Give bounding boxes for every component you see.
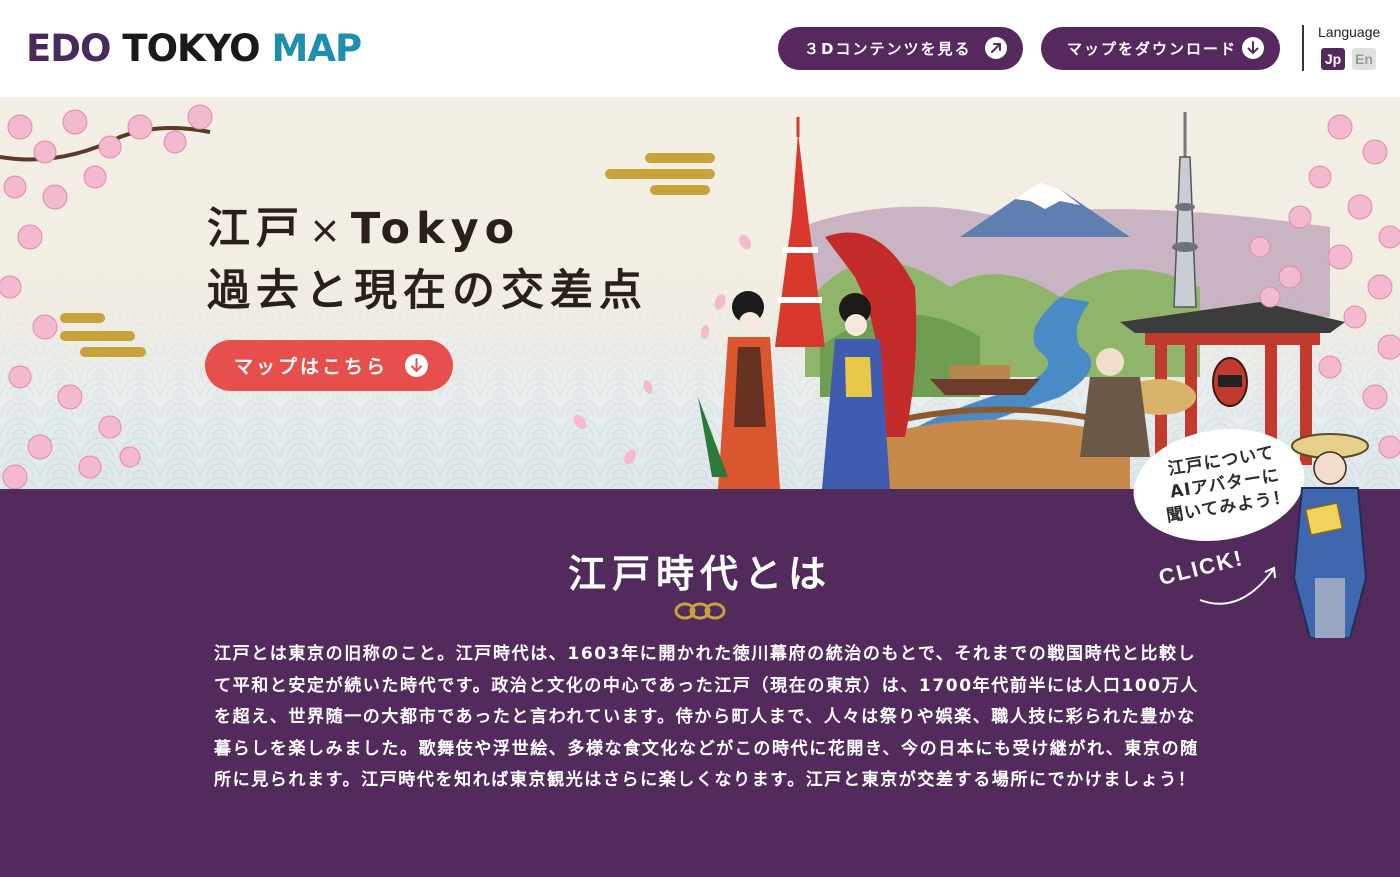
site-header: EDO TOKYO MAP ３Dコンテンツを見る マップをダウンロード Lang… [0,0,1400,97]
gold-cloud-ornament-left [60,313,146,357]
curved-arrow-icon [1199,566,1276,605]
logo-edo: EDO [26,27,111,70]
hero-title-edo: 江戸 [207,204,305,254]
hero-title: 江戸 ×Tokyo 過去と現在の交差点 [207,199,648,322]
language-en-button[interactable]: En [1352,48,1376,70]
tokyo-skytree [1172,112,1198,308]
hero-title-tokyo: Tokyo [350,204,521,254]
gold-cloud-ornament-top [605,153,715,195]
download-map-label: マップをダウンロード [1067,40,1238,58]
hero-title-line1: 江戸 ×Tokyo [207,199,648,261]
external-link-icon [985,37,1007,59]
cherry-blossom-left [0,104,213,489]
view-3d-content-label: ３Dコンテンツを見る [804,40,972,58]
language-jp-button[interactable]: Jp [1321,48,1345,70]
gold-ornament-icon [674,602,726,620]
down-arrow-icon [405,354,428,377]
logo-tokyo: TOKYO [122,27,260,70]
samurai-avatar-character [1291,433,1369,638]
language-label: Language [1318,24,1381,40]
hero-title-cross: × [309,208,347,252]
site-logo[interactable]: EDO TOKYO MAP [26,26,363,72]
logo-map: MAP [271,27,363,70]
hero-title-line2: 過去と現在の交差点 [207,266,648,316]
geisha-left [698,291,780,489]
download-arrow-icon [1242,37,1264,59]
view-map-label: マップはこちら [234,356,389,378]
header-divider [1302,25,1304,71]
view-3d-content-button[interactable]: ３Dコンテンツを見る [778,27,1023,70]
ai-avatar-widget[interactable]: 江戸について AIアバターに 聞いてみよう！ CLICK! [1120,420,1400,640]
section-body: 江戸とは東京の旧称のこと。江戸時代は、1603年に開かれた徳川幕府の統治のもとで… [214,644,1199,791]
download-map-button[interactable]: マップをダウンロード [1041,27,1280,70]
view-map-button[interactable]: マップはこちら [205,340,453,391]
